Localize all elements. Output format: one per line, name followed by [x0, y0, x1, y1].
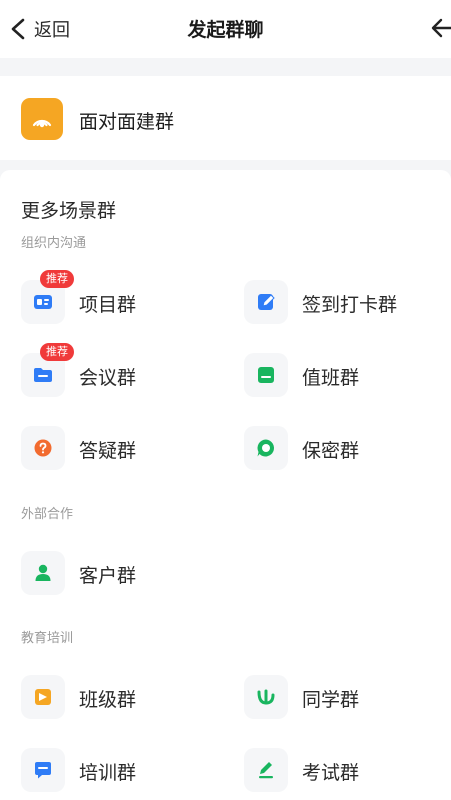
- share-arrow-icon[interactable]: [431, 16, 451, 40]
- group-item-customer[interactable]: 客户群: [21, 551, 221, 595]
- group-item-checkin[interactable]: 签到打卡群: [244, 280, 444, 324]
- face-to-face-group-row[interactable]: 面对面建群: [0, 76, 451, 160]
- category-label-internal: 组织内沟通: [21, 236, 87, 251]
- group-item-label: 签到打卡群: [302, 294, 398, 316]
- navigation-bar: 返回 发起群聊: [0, 0, 451, 58]
- group-item-label: 保密群: [302, 440, 360, 462]
- group-item-label: 项目群: [79, 294, 137, 316]
- exam-pencil-icon: [244, 748, 288, 792]
- group-item-confidential[interactable]: 保密群: [244, 426, 444, 470]
- signal-waves-icon: [21, 98, 63, 140]
- checkin-pen-icon: [244, 280, 288, 324]
- group-item-exam[interactable]: 考试群: [244, 748, 444, 792]
- group-item-meeting[interactable]: 推荐 会议群: [21, 343, 221, 397]
- training-chat-icon: [21, 748, 65, 792]
- page-title: 发起群聊: [187, 19, 264, 41]
- group-item-label: 考试群: [302, 762, 360, 784]
- group-item-duty[interactable]: 值班群: [244, 353, 444, 397]
- group-item-label: 会议群: [79, 367, 137, 389]
- face-to-face-group-label: 面对面建群: [79, 111, 175, 133]
- recommend-badge: 推荐: [40, 343, 74, 361]
- recommend-badge: 推荐: [40, 270, 74, 288]
- group-item-class[interactable]: 班级群: [21, 675, 221, 719]
- group-item-label: 培训群: [79, 762, 137, 784]
- group-item-label: 客户群: [79, 565, 137, 587]
- confidential-chat-icon: [244, 426, 288, 470]
- group-item-label: 值班群: [302, 367, 360, 389]
- classmate-hands-icon: [244, 675, 288, 719]
- customer-person-icon: [21, 551, 65, 595]
- group-item-project[interactable]: 推荐 项目群: [21, 270, 221, 324]
- question-icon: [21, 426, 65, 470]
- section-title: 更多场景群: [21, 200, 117, 222]
- group-item-label: 班级群: [79, 689, 137, 711]
- category-label-external: 外部合作: [21, 507, 74, 522]
- group-item-classmate[interactable]: 同学群: [244, 675, 444, 719]
- category-label-education: 教育培训: [21, 631, 74, 646]
- group-item-label: 答疑群: [79, 440, 137, 462]
- duty-schedule-icon: [244, 353, 288, 397]
- group-item-qa[interactable]: 答疑群: [21, 426, 221, 470]
- group-item-label: 同学群: [302, 689, 360, 711]
- group-item-training[interactable]: 培训群: [21, 748, 221, 792]
- more-scenes-panel: 更多场景群 组织内沟通 推荐 项目群 签到打卡群 推荐 会议群 值班群 答疑群 …: [0, 170, 451, 800]
- class-board-icon: [21, 675, 65, 719]
